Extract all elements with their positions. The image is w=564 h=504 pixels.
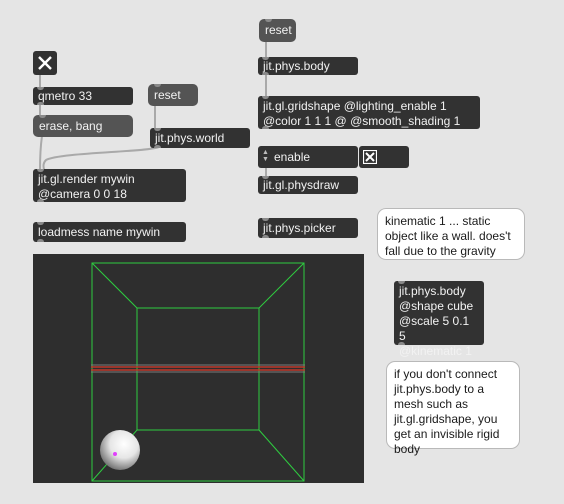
x-mark-icon [38,56,52,70]
kinematic-comment-text: kinematic 1 ... static object like a wal… [385,214,511,258]
reset-message-left[interactable]: reset [148,84,198,106]
jit-gl-render-object[interactable]: jit.gl.render mywin @camera 0 0 18 [33,169,186,202]
enable-label: enable [274,150,311,164]
invisible-body-comment-text: if you don't connect jit.phys.body to a … [394,367,500,456]
render-line-1: jit.gl.render mywin [38,172,135,186]
loadmess-object[interactable]: loadmess name mywin [33,222,186,242]
body-cube-line-4: @kinematic 1 [399,344,472,358]
object-label: jit.gl.physdraw [263,178,340,192]
invisible-body-comment: if you don't connect jit.phys.body to a … [386,361,520,456]
erase-bang-label: erase, bang [39,119,103,133]
sphere [100,430,140,470]
gridshape-line-2: @color 1 1 1 @ @smooth_shading 1 [263,114,461,128]
reset-message-top[interactable]: reset [259,19,296,42]
body-cube-line-1: jit.phys.body [399,284,466,298]
cord [39,135,43,171]
enable-toggle[interactable] [359,146,409,168]
enable-attrui[interactable]: ▲ ▼ enable [258,146,358,168]
object-label: jit.phys.body [263,59,330,73]
reset-label: reset [265,23,292,37]
up-down-arrows-icon: ▲ ▼ [262,149,269,163]
jit-phys-world-object[interactable]: jit.phys.world [150,128,250,148]
floor-plane [91,364,305,373]
object-label: qmetro 33 [38,89,93,103]
render-scene [91,262,305,482]
jit-gl-gridshape-object[interactable]: jit.gl.gridshape @lighting_enable 1 @col… [258,96,480,129]
gridshape-line-1: jit.gl.gridshape @lighting_enable 1 [263,99,447,113]
reset-label: reset [154,88,181,102]
sphere-marker [113,452,117,456]
erase-bang-message[interactable]: erase, bang [33,115,133,137]
render-window[interactable] [33,254,364,483]
object-label: jit.phys.picker [263,221,336,235]
jit-phys-body-object[interactable]: jit.phys.body [258,57,358,75]
kinematic-comment: kinematic 1 ... static object like a wal… [377,208,525,260]
jit-gl-physdraw-object[interactable]: jit.gl.physdraw [258,176,358,194]
x-mark-icon [363,150,377,164]
cord [42,145,161,171]
body-cube-line-2: @shape cube [399,299,474,313]
body-cube-line-3: @scale 5 0.1 5 [399,314,470,343]
metro-toggle[interactable] [33,51,57,75]
object-label: jit.phys.world [155,131,225,145]
qmetro-object[interactable]: qmetro 33 [33,87,133,105]
render-line-2: @camera 0 0 18 [38,187,127,201]
object-label: loadmess name mywin [38,225,161,239]
jit-phys-body-cube-object[interactable]: jit.phys.body @shape cube @scale 5 0.1 5… [394,281,484,358]
jit-phys-picker-object[interactable]: jit.phys.picker [258,218,358,238]
